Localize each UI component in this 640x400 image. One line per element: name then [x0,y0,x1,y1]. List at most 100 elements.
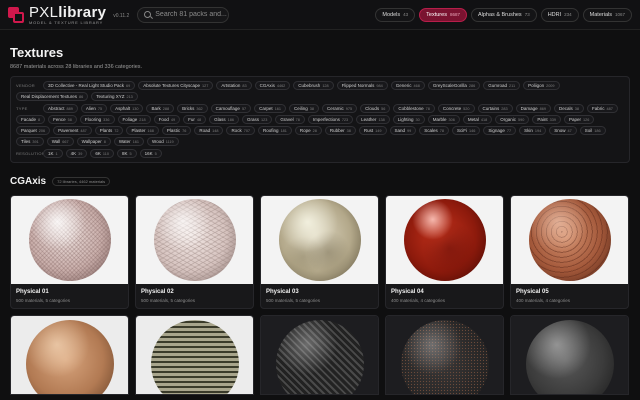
type-chip[interactable]: Marble 306 [427,115,460,124]
vendor-chip[interactable]: GreyScaleGorilla 286 [427,81,481,90]
type-chip[interactable]: Camouflage 57 [210,104,252,113]
card-thumbnail [511,316,628,394]
library-card[interactable] [10,315,129,395]
library-card[interactable] [135,315,254,395]
type-chip[interactable]: Curtains 283 [477,104,513,113]
vendor-chip[interactable]: Texturing XYZ 213 [91,92,138,101]
chip-label: Leather [361,117,377,122]
chip-label: 16K [144,151,153,156]
type-chip[interactable]: Scales 78 [419,126,450,135]
resolution-chip[interactable]: 8K 5 [116,149,137,158]
vendor-chip[interactable]: CGAxis 4462 [254,81,291,90]
vendor-chip[interactable]: Generic 468 [390,81,425,90]
type-chip[interactable]: Wood 1119 [147,137,179,146]
type-chip[interactable]: Rust 149 [358,126,387,135]
type-chip[interactable]: Clouds 56 [360,104,391,113]
type-chip[interactable]: Bark 288 [146,104,175,113]
vendor-chip[interactable]: Absolute Textures Cityscape 127 [138,81,214,90]
chip-count: 194 [534,128,542,133]
type-chip[interactable]: Plastic 76 [161,126,192,135]
type-chip[interactable]: Fabric 487 [586,104,618,113]
resolution-chip[interactable]: 1K 1 [43,149,63,158]
type-chip[interactable]: Rope 28 [294,126,322,135]
type-chip[interactable]: Glass 186 [209,115,239,124]
type-chip[interactable]: Roofing 181 [258,126,292,135]
type-chip[interactable]: Paper 126 [563,115,595,124]
type-chip[interactable]: Foliage 218 [117,115,151,124]
type-chip[interactable]: Skin 194 [519,126,547,135]
library-card[interactable]: Physical 05 400 materials, 4 categories [510,195,629,309]
nav-tab-materials[interactable]: Materials 1067 [582,7,632,22]
vendor-chip[interactable]: Cubebrush 128 [293,81,334,90]
type-chip[interactable]: Signage 77 [483,126,517,135]
library-card[interactable] [260,315,379,395]
library-card[interactable]: Physical 01 500 materials, 5 categories [10,195,129,309]
library-card[interactable] [510,315,629,395]
type-chip[interactable]: Metal 418 [462,115,493,124]
chip-label: Water [118,139,131,144]
library-card[interactable]: Physical 04 400 materials, 4 categories [385,195,504,309]
type-chip[interactable]: Leather 138 [356,115,390,124]
type-chip[interactable]: Snow 47 [549,126,577,135]
vendor-chip[interactable]: 3D Collective - Real Light Studio Pack 69 [43,81,136,90]
nav-tab-hdri[interactable]: HDRI 234 [540,7,579,22]
type-chip[interactable]: Road 148 [194,126,224,135]
type-chip[interactable]: Plaster 168 [126,126,159,135]
type-chip[interactable]: Abstract 889 [43,104,78,113]
type-chip[interactable]: Cobblestone 78 [393,104,435,113]
vendor-chip[interactable]: Poliigon 2009 [523,81,560,90]
nav-tab-alphas-brushes[interactable]: Alphas & Brushes 73 [470,7,537,22]
type-chip[interactable]: Damage 869 [515,104,551,113]
type-chip[interactable]: Decals 38 [553,104,584,113]
chip-count: 984 [376,83,383,88]
type-chip[interactable]: Parquet 206 [16,126,51,135]
type-chip[interactable]: Gravel 78 [275,115,305,124]
chip-label: Parquet [21,128,37,133]
logo[interactable]: PXLlibrary MODEL & TEXTURE LIBRARY v0.11… [8,5,129,25]
type-chip[interactable]: Imperfections 723 [307,115,354,124]
type-chip[interactable]: Fence 58 [48,115,77,124]
type-chip[interactable]: Fur 48 [183,115,207,124]
type-chip[interactable]: Tiles 391 [16,137,44,146]
search-box[interactable] [137,6,230,23]
type-chip[interactable]: Asphalt 130 [110,104,144,113]
vendor-chip[interactable]: Real Displacement Textures 86 [16,92,89,101]
type-chip[interactable]: Soil 186 [579,126,606,135]
type-chip[interactable]: Lighting 30 [392,115,425,124]
type-chip[interactable]: Ceramic 975 [322,104,358,113]
type-chip[interactable]: Pavement 487 [53,126,92,135]
type-chip[interactable]: Food 49 [153,115,181,124]
type-chip[interactable]: Rubber 38 [324,126,356,135]
type-chip[interactable]: Organic 590 [495,115,530,124]
type-chip[interactable]: Flooring 336 [79,115,115,124]
library-card[interactable]: Physical 02 500 materials, 5 categories [135,195,254,309]
type-chip[interactable]: Wallpaper 8 [76,137,111,146]
resolution-chip[interactable]: 16K 5 [139,149,162,158]
vendor-chip[interactable]: Artstation 83 [216,81,252,90]
type-chip[interactable]: Grass 123 [241,115,273,124]
vendor-chip[interactable]: Flipped Normals 984 [336,81,388,90]
vendor-chip[interactable]: Gumroad 211 [483,81,521,90]
type-chip[interactable]: Sand 99 [389,126,417,135]
type-chip[interactable]: Facade 8 [16,115,46,124]
library-card[interactable]: Physical 03 500 materials, 5 categories [260,195,379,309]
type-chip[interactable]: Ceiling 38 [289,104,320,113]
resolution-chip[interactable]: 4K 39 [65,149,88,158]
library-card[interactable] [385,315,504,395]
type-chip[interactable]: SciFi 146 [452,126,481,135]
nav-tab-textures[interactable]: Textures 8687 [419,7,467,22]
type-chip[interactable]: Rock 707 [226,126,256,135]
chip-label: Wallpaper [81,139,102,144]
chip-label: Absolute Textures Cityscape [143,83,200,88]
search-input[interactable] [155,11,228,18]
type-chip[interactable]: Plants 72 [94,126,124,135]
type-chip[interactable]: Bricks 362 [177,104,208,113]
type-chip[interactable]: Paint 339 [532,115,561,124]
type-chip[interactable]: Water 161 [113,137,145,146]
resolution-chip[interactable]: 6K 110 [90,149,114,158]
type-chip[interactable]: Alien 75 [80,104,108,113]
type-chip[interactable]: Carpet 161 [254,104,287,113]
nav-tab-models[interactable]: Models 43 [375,7,416,22]
type-chip[interactable]: Concrete 520 [437,104,475,113]
type-chip[interactable]: Wall 667 [46,137,74,146]
